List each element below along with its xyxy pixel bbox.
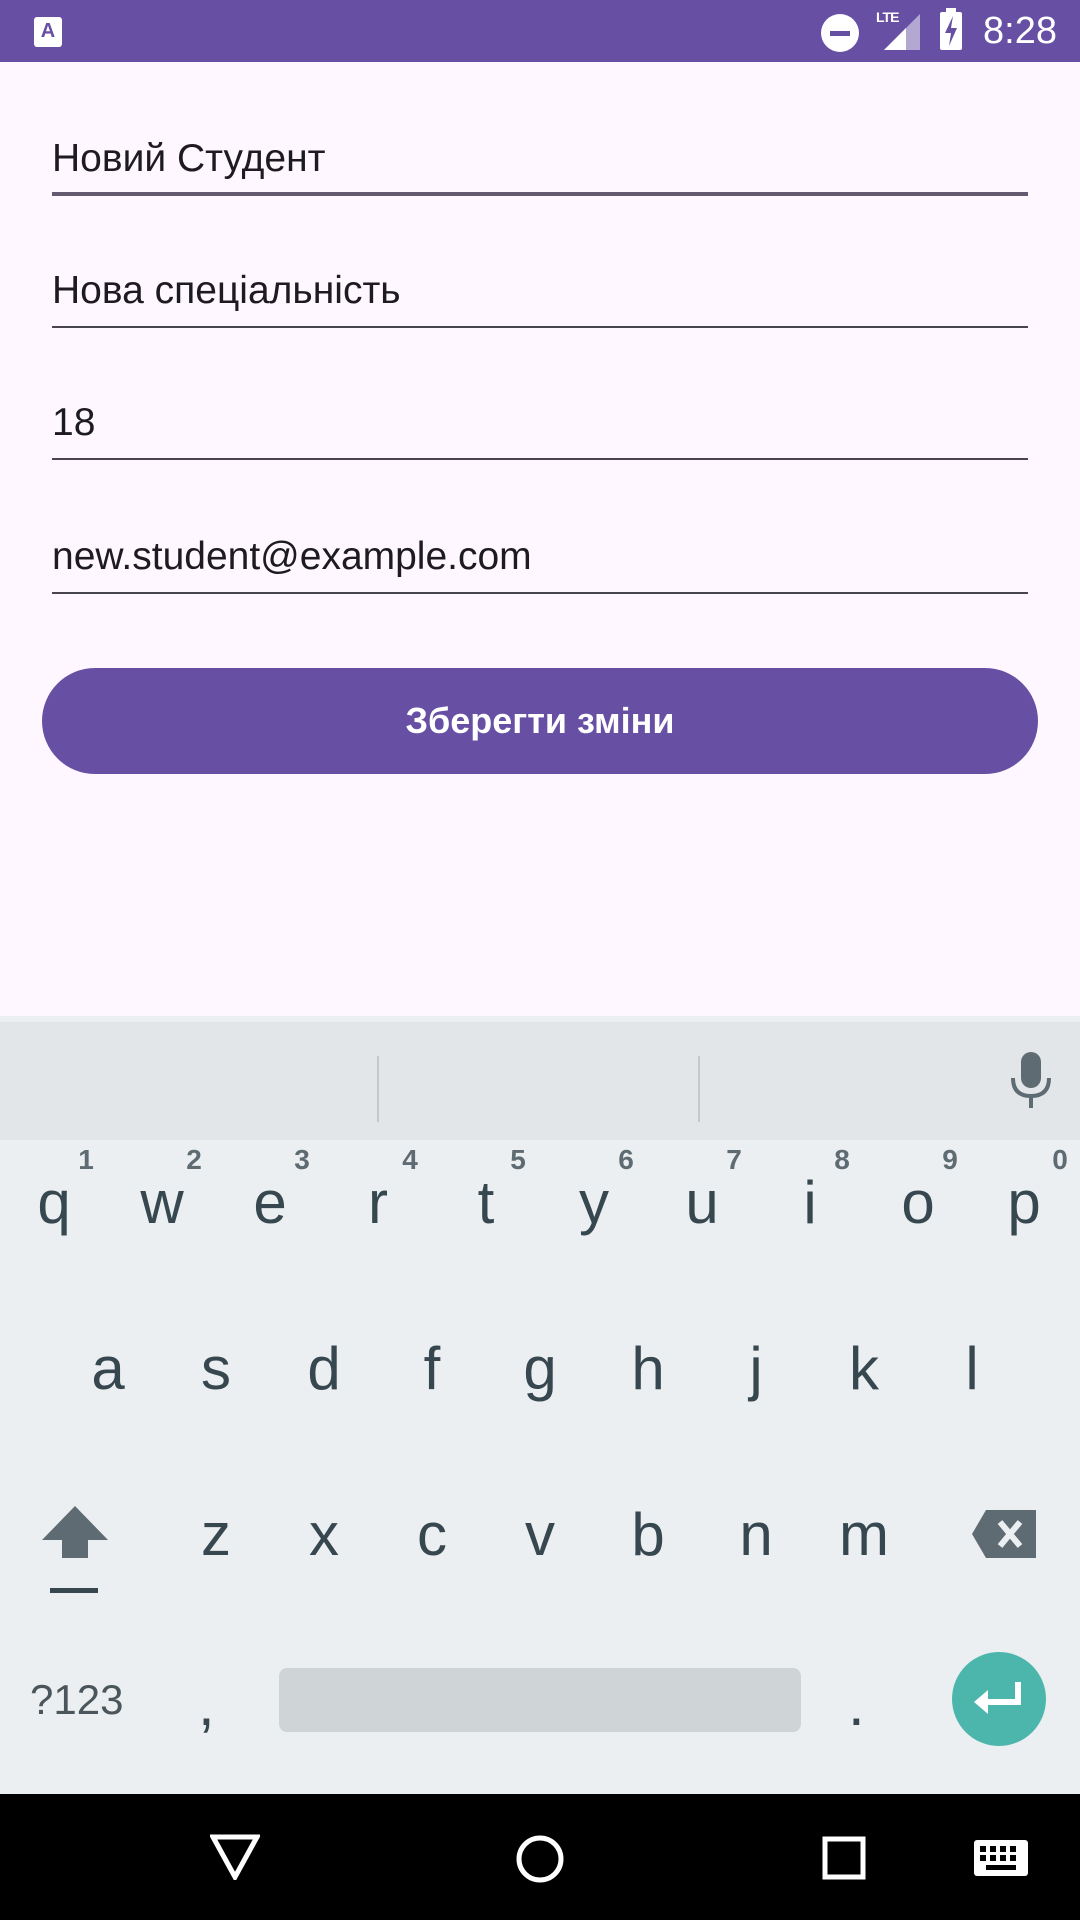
age-field[interactable]: 18: [52, 392, 1028, 464]
key-q[interactable]: q: [0, 1168, 108, 1238]
email-field-underline: [52, 592, 1028, 594]
email-field[interactable]: new.student@example.com: [52, 526, 1028, 598]
clock: 8:28: [983, 10, 1057, 52]
shift-icon[interactable]: [42, 1506, 108, 1596]
name-field[interactable]: Новий Студент: [52, 126, 1028, 200]
key-hint: 8: [834, 1144, 850, 1175]
suggestion-divider: [698, 1056, 700, 1122]
key-g[interactable]: g: [486, 1334, 594, 1404]
navigation-bar: [0, 1794, 1080, 1920]
key-hint: 4: [402, 1144, 418, 1175]
key-o[interactable]: o: [864, 1168, 972, 1238]
key-b[interactable]: b: [594, 1500, 702, 1570]
backspace-icon[interactable]: [972, 1510, 1036, 1558]
specialty-field-underline: [52, 326, 1028, 328]
comma-key[interactable]: ,: [198, 1670, 215, 1739]
enter-icon: [974, 1682, 1021, 1714]
microphone-icon[interactable]: [1009, 1052, 1053, 1110]
specialty-input[interactable]: Нова спеціальність: [52, 268, 401, 314]
key-a[interactable]: a: [54, 1334, 162, 1404]
key-x[interactable]: x: [270, 1500, 378, 1570]
email-input[interactable]: new.student@example.com: [52, 534, 532, 580]
keyboard-switch-icon[interactable]: [974, 1840, 1028, 1876]
symbols-key[interactable]: ?123: [30, 1676, 123, 1724]
key-hint: 1: [78, 1144, 94, 1175]
key-hint: 9: [942, 1144, 958, 1175]
key-c[interactable]: c: [378, 1500, 486, 1570]
enter-key[interactable]: [952, 1652, 1046, 1746]
key-v[interactable]: v: [486, 1500, 594, 1570]
key-n[interactable]: n: [702, 1500, 810, 1570]
status-bar: A LTE 8:28: [0, 0, 1080, 62]
age-input[interactable]: 18: [52, 400, 95, 446]
key-m[interactable]: m: [810, 1500, 918, 1570]
space-key[interactable]: [279, 1668, 801, 1732]
key-hint: 6: [618, 1144, 634, 1175]
key-e[interactable]: e: [216, 1168, 324, 1238]
key-d[interactable]: d: [270, 1334, 378, 1404]
key-w[interactable]: w: [108, 1168, 216, 1238]
key-y[interactable]: y: [540, 1168, 648, 1238]
key-u[interactable]: u: [648, 1168, 756, 1238]
key-hint: 3: [294, 1144, 310, 1175]
app-notification-icon: A: [34, 17, 62, 47]
key-z[interactable]: z: [162, 1500, 270, 1570]
key-s[interactable]: s: [162, 1334, 270, 1404]
signal-icon: [884, 14, 920, 50]
suggestion-strip: [0, 1022, 1080, 1140]
key-hint: 5: [510, 1144, 526, 1175]
back-icon[interactable]: [210, 1834, 260, 1880]
key-hint: 2: [186, 1144, 202, 1175]
key-hint: 0: [1052, 1144, 1068, 1175]
key-l[interactable]: l: [918, 1334, 1026, 1404]
name-input[interactable]: Новий Студент: [52, 136, 326, 182]
key-p[interactable]: p: [970, 1168, 1078, 1238]
do-not-disturb-icon: [821, 14, 859, 52]
recents-icon[interactable]: [822, 1836, 866, 1880]
key-hint: 7: [726, 1144, 742, 1175]
save-changes-button[interactable]: Зберегти зміни: [42, 668, 1038, 774]
key-i[interactable]: i: [756, 1168, 864, 1238]
suggestion-divider: [377, 1056, 379, 1122]
period-key[interactable]: .: [848, 1670, 865, 1739]
age-field-underline: [52, 458, 1028, 460]
name-field-underline: [52, 192, 1028, 196]
key-r[interactable]: r: [324, 1168, 432, 1238]
key-t[interactable]: t: [432, 1168, 540, 1238]
specialty-field[interactable]: Нова спеціальність: [52, 260, 1028, 332]
key-h[interactable]: h: [594, 1334, 702, 1404]
key-k[interactable]: k: [810, 1334, 918, 1404]
key-j[interactable]: j: [702, 1334, 810, 1404]
home-icon[interactable]: [515, 1834, 565, 1884]
battery-charging-icon: [940, 8, 962, 50]
soft-keyboard: q 1 w 2 e 3 r 4 t 5 y 6 u 7 i 8 o 9 p 0 …: [0, 1016, 1080, 1794]
key-f[interactable]: f: [378, 1334, 486, 1404]
